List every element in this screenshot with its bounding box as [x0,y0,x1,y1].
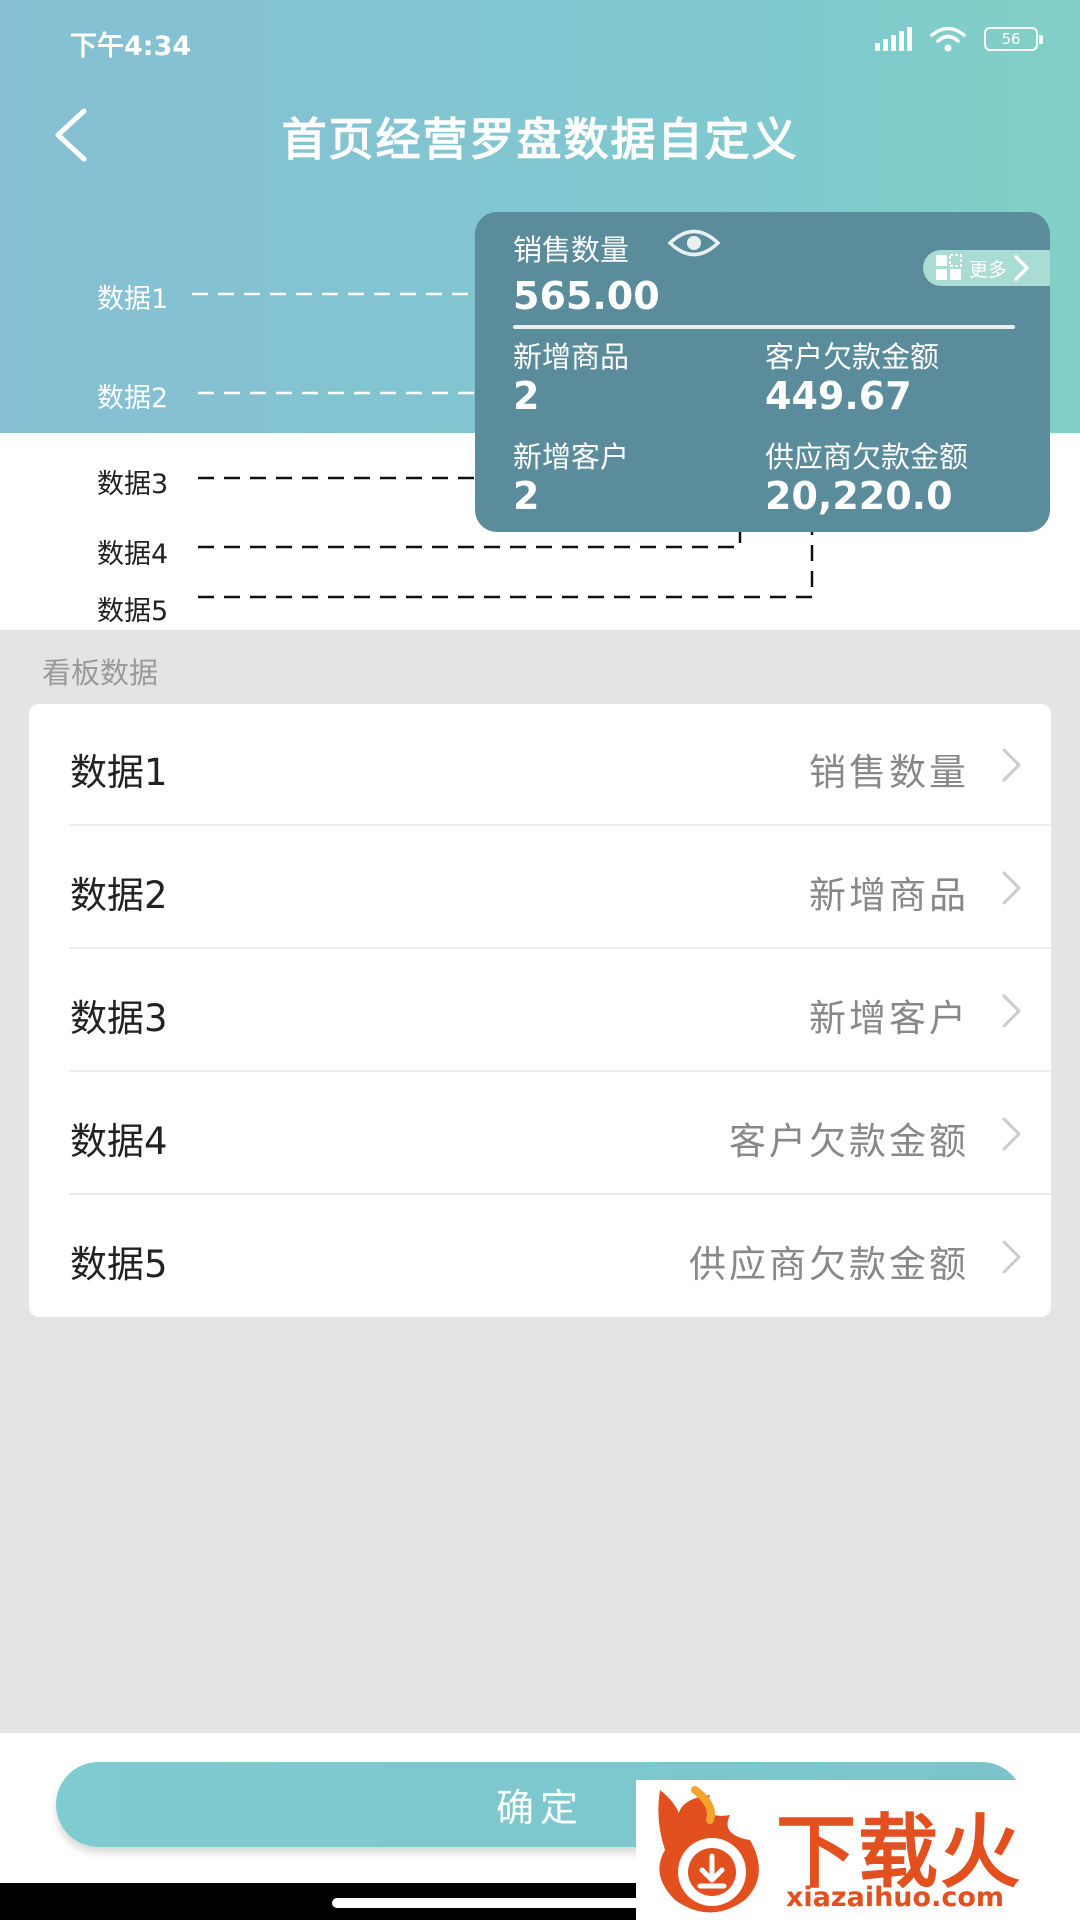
home-indicator[interactable] [332,1898,662,1908]
list-row-data-5[interactable]: 数据5 供应商欠款金额 [29,1196,1051,1317]
row-value: 销售数量 [809,751,969,794]
guide-label-1: 数据1 [97,284,169,315]
chevron-right-icon [1002,1240,1021,1274]
grid-icon [936,254,962,280]
eye-icon[interactable] [667,226,721,260]
row-value: 供应商欠款金额 [689,1243,969,1286]
preview-card: 销售数量 更多 565.00 新增商品 2 客户欠款金额 449.67 新增客户… [475,212,1050,532]
row-label: 数据2 [70,874,168,917]
preview-main-value: 565.00 [513,274,660,318]
flame-logo-icon [658,1786,759,1913]
screen: 下午4:34 56 首页经营罗盘数据自定义 数据1 数据2 数据3 数据4 数据… [0,0,1080,1920]
row-value: 新增商品 [809,874,969,917]
row-divider [69,1193,1051,1195]
guide-label-3: 数据3 [97,469,169,500]
preview-cell-2-value: 449.67 [765,374,912,418]
guide-label-4: 数据4 [97,539,169,570]
list-row-data-1[interactable]: 数据1 销售数量 [29,704,1051,826]
watermark: 下载火 xiazaihuo.com [636,1780,1080,1920]
preview-underline [513,325,1015,329]
row-divider [69,947,1051,949]
row-value: 新增客户 [809,997,969,1040]
guide-label-5: 数据5 [97,596,169,627]
preview-cell-2-label: 客户欠款金额 [765,340,940,374]
row-label: 数据3 [70,997,168,1040]
data-list: 数据1 销售数量 数据2 新增商品 数据3 新增客户 数据4 客户欠款金额 数据… [29,704,1051,1317]
row-label: 数据4 [70,1120,168,1163]
list-row-data-2[interactable]: 数据2 新增商品 [29,827,1051,949]
watermark-url: xiazaihuo.com [786,1882,1005,1913]
preview-main-label: 销售数量 [513,233,630,267]
preview-cell-3-value: 2 [513,474,540,518]
row-divider [69,824,1051,826]
more-button[interactable]: 更多 [923,250,1050,286]
list-row-data-4[interactable]: 数据4 客户欠款金额 [29,1073,1051,1195]
chevron-right-icon [1002,748,1021,782]
preview-cell-1-label: 新增商品 [513,340,630,374]
row-divider [69,1070,1051,1072]
chevron-right-icon [1002,1117,1021,1151]
preview-cell-3-label: 新增客户 [513,440,630,474]
row-label: 数据1 [70,751,168,794]
chevron-right-icon [1002,871,1021,905]
preview-cell-1-value: 2 [513,374,540,418]
guide-label-2: 数据2 [97,383,169,414]
more-label: 更多 [969,258,1008,281]
row-label: 数据5 [70,1243,168,1286]
list-row-data-3[interactable]: 数据3 新增客户 [29,950,1051,1072]
chevron-right-icon [1014,255,1029,281]
preview-cell-4-value: 20,220.0 [765,474,953,518]
section-title: 看板数据 [42,656,159,690]
preview-cell-4-label: 供应商欠款金额 [765,440,969,474]
row-value: 客户欠款金额 [729,1120,969,1163]
chevron-right-icon [1002,994,1021,1028]
